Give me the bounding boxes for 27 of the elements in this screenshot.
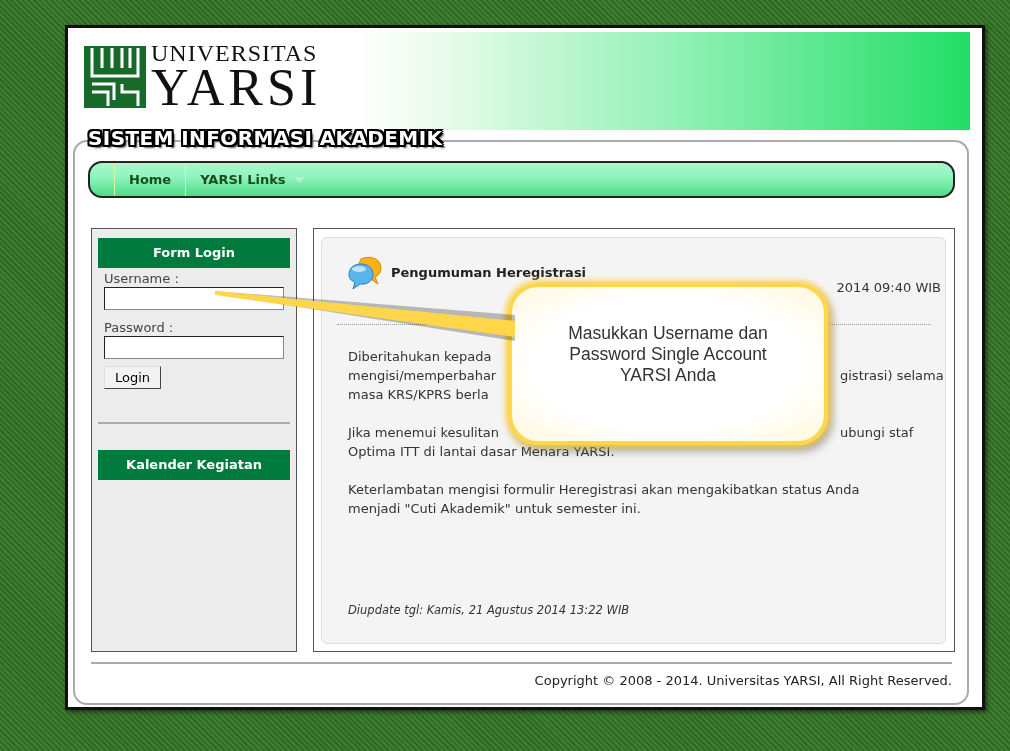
announcement-date: 2014 09:40 WIB	[836, 280, 941, 295]
announcement-text: ubungi staf	[840, 425, 914, 442]
logo-text: UNIVERSITAS	[151, 41, 319, 65]
section-header: Form Login	[98, 238, 290, 268]
username-field[interactable]	[104, 287, 284, 310]
field-label: Username :	[104, 271, 179, 286]
logo-icon	[84, 46, 146, 108]
nav-link[interactable]: Home	[114, 163, 186, 196]
announcement-text: mengisi/memperbahar	[348, 368, 497, 385]
section-header: Kalender Kegiatan	[98, 450, 290, 480]
announcement-title: Pengumuman Heregistrasi	[391, 264, 587, 280]
logo-text: YARSI	[151, 65, 322, 111]
announcement-text: menjadi "Cuti Akademik" untuk semester ini.	[348, 501, 641, 518]
update-note: Diupdate tgl: Kamis, 21 Agustus 2014 13:22 WIB	[348, 603, 630, 617]
callout-text: Masukkan Username dan Password Single Account YARSI Anda	[567, 322, 769, 386]
nav-link[interactable]: YARSI Links	[185, 163, 319, 196]
announcement-text: Jika menemui kesulitan	[348, 425, 499, 442]
login-button[interactable]: Login	[104, 366, 162, 389]
chat-bubbles-icon	[347, 256, 383, 290]
field-label: Password :	[104, 320, 174, 335]
announcement-text: gistrasi) selama	[840, 368, 944, 385]
announcement-text: Diberitahukan kepada	[348, 349, 492, 366]
announcement-text: Optima ITT di lantai dasar Menara YARSI.	[348, 444, 615, 461]
password-field[interactable]	[104, 336, 284, 359]
announcement-text: Keterlambatan mengisi formulir Heregistrasi akan mengakibatkan status Anda	[348, 482, 860, 499]
announcement-text: masa KRS/KPRS berla	[348, 387, 489, 404]
copyright-text: Copyright © 2008 - 2014. Universitas YARSI, All Right Reserved.	[534, 673, 952, 688]
